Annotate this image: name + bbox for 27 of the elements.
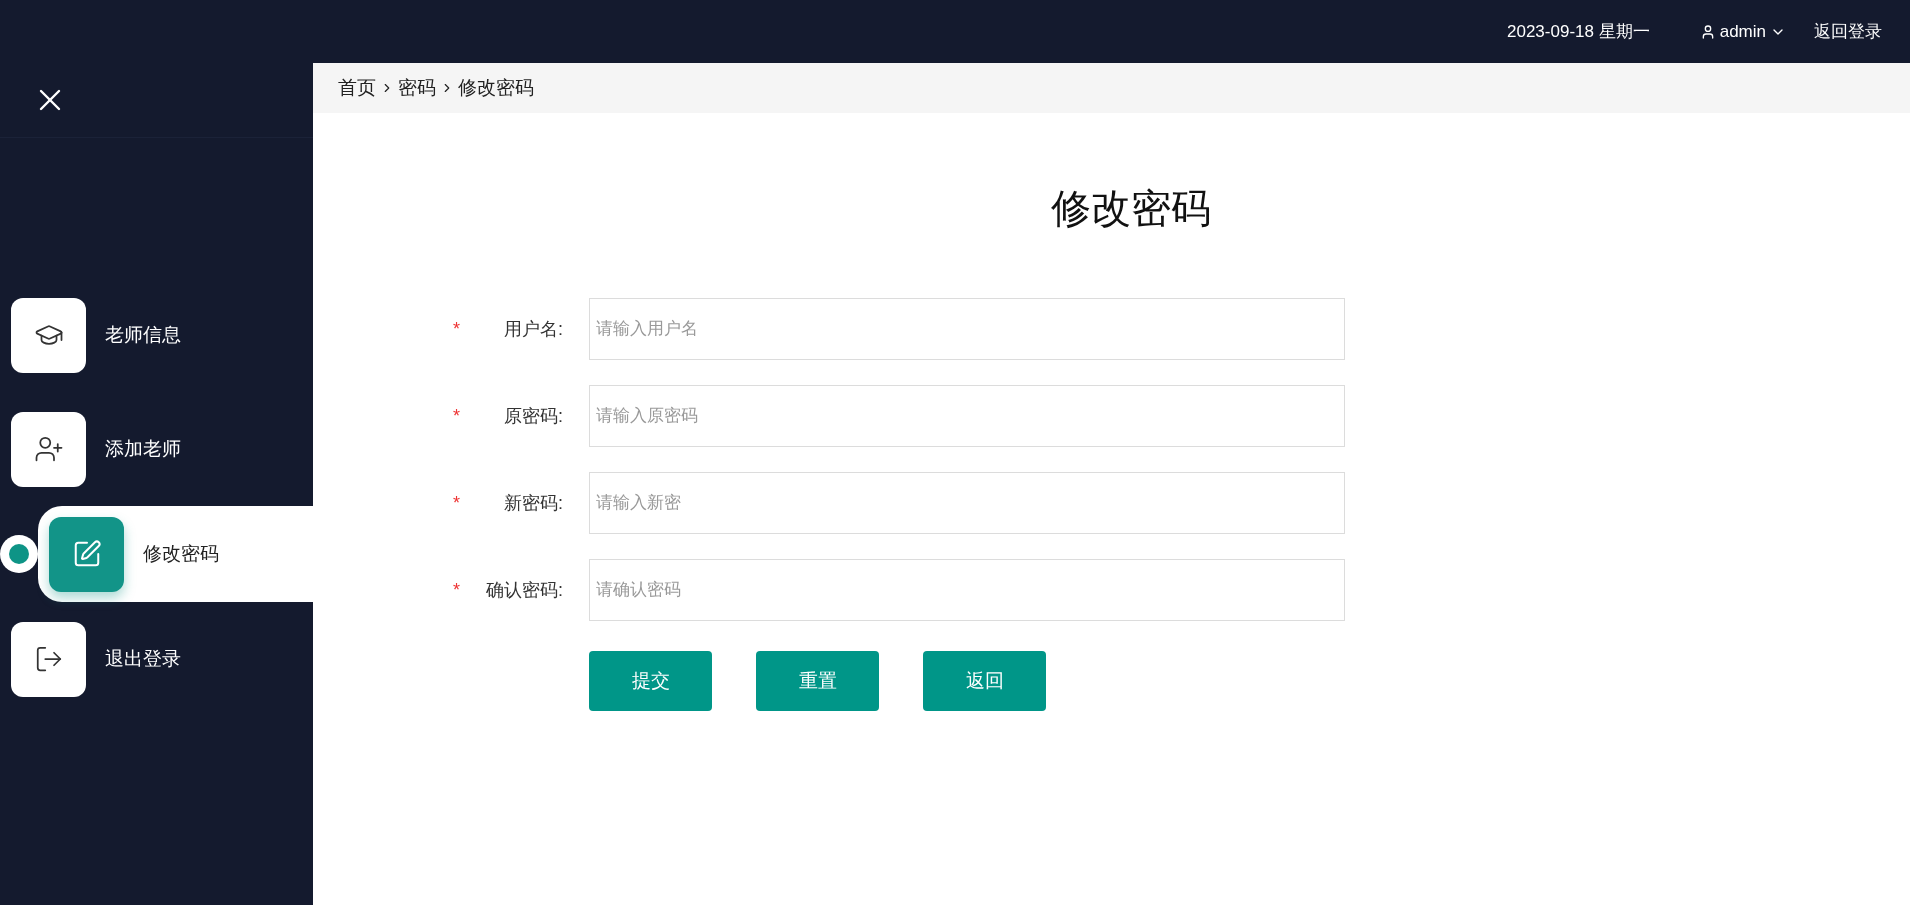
breadcrumb-link[interactable]: 首页 — [338, 73, 376, 103]
field-label: 新密码: — [503, 491, 563, 515]
breadcrumb-link[interactable]: 密码 — [398, 73, 436, 103]
form-button[interactable]: 提交 — [589, 651, 712, 711]
sidebar-item[interactable]: 添加老师 — [0, 392, 313, 506]
required-mark: * — [453, 317, 460, 341]
user-menu[interactable]: admin — [1699, 18, 1786, 45]
sidebar-item[interactable]: 老师信息 — [0, 278, 313, 392]
input-field[interactable]: 请输入新密 — [589, 472, 1345, 534]
logout-link[interactable]: 返回登录 — [1814, 18, 1882, 45]
required-mark: * — [453, 491, 460, 515]
form-button[interactable]: 返回 — [923, 651, 1046, 711]
sidebar-item[interactable]: 修改密码 — [38, 506, 313, 602]
field-label: 原密码: — [503, 404, 563, 428]
input-field[interactable]: 请确认密码 — [589, 559, 1345, 621]
input-field[interactable]: 请输入用户名 — [589, 298, 1345, 360]
breadcrumb-link[interactable]: 修改密码 — [458, 73, 534, 103]
date-text: 2023-09-18 星期一 — [1507, 20, 1650, 43]
required-mark: * — [453, 404, 460, 428]
required-mark: * — [453, 578, 460, 602]
form-button[interactable]: 重置 — [756, 651, 879, 711]
sidebar-item[interactable]: 退出登录 — [0, 602, 313, 716]
field-label: 确认密码: — [485, 578, 563, 602]
field-label: 用户名: — [503, 317, 563, 341]
input-field[interactable]: 请输入原密码 — [589, 385, 1345, 447]
page-title: 修改密码 — [1051, 185, 1211, 232]
user-plus-icon — [33, 434, 64, 464]
